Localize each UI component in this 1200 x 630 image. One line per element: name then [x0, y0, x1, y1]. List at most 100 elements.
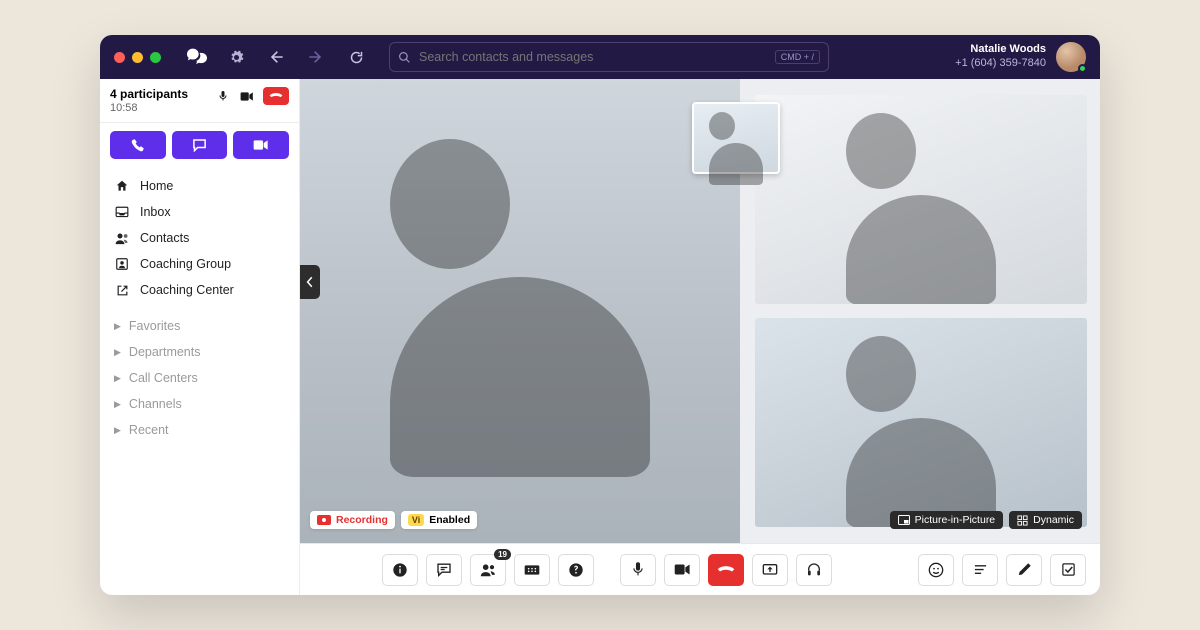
pip-label: Picture-in-Picture	[915, 514, 996, 526]
user-phone: +1 (604) 359-7840	[955, 57, 1046, 71]
help-button[interactable]	[558, 554, 594, 586]
quick-message-button[interactable]	[172, 131, 228, 159]
minimize-window-icon[interactable]	[132, 52, 143, 63]
dialpad-icon	[524, 564, 540, 576]
headset-icon	[806, 562, 822, 578]
body: 4 participants 10:58 Home Inbox Contacts	[100, 79, 1100, 595]
section-call-centers[interactable]: ▶Call Centers	[106, 365, 293, 391]
nav-forward-icon[interactable]	[303, 44, 329, 70]
tasks-button[interactable]	[1050, 554, 1086, 586]
app-window: CMD + / Natalie Woods +1 (604) 359-7840 …	[100, 35, 1100, 595]
record-icon	[317, 515, 331, 525]
recording-label: Recording	[336, 514, 388, 526]
section-label: Departments	[129, 345, 201, 359]
mute-button[interactable]	[620, 554, 656, 586]
layout-chips: Picture-in-Picture Dynamic	[890, 511, 1082, 529]
chevron-left-icon	[306, 276, 314, 288]
mic-icon[interactable]	[215, 88, 231, 104]
nav: Home Inbox Contacts Coaching Group Coach…	[100, 167, 299, 307]
section-label: Recent	[129, 423, 169, 437]
quick-video-button[interactable]	[233, 131, 289, 159]
participants-badge: 19	[494, 549, 511, 560]
main: Recording Vi Enabled Picture-in-Picture …	[300, 79, 1100, 595]
dynamic-layout-button[interactable]: Dynamic	[1009, 511, 1082, 529]
external-link-icon	[114, 284, 130, 297]
grid-icon	[1017, 515, 1028, 526]
vi-badge: Vi	[408, 514, 424, 526]
annotate-button[interactable]	[1006, 554, 1042, 586]
section-favorites[interactable]: ▶ Favorites	[106, 313, 293, 339]
video-tile-main[interactable]	[300, 79, 740, 543]
chat-icon	[436, 562, 452, 577]
window-controls	[114, 52, 161, 63]
participants-button[interactable]: 19	[470, 554, 506, 586]
section-channels[interactable]: ▶Channels	[106, 391, 293, 417]
smile-icon	[928, 562, 944, 578]
pip-icon	[898, 515, 910, 525]
camera-toggle-button[interactable]	[664, 554, 700, 586]
collapse-sidebar-button[interactable]	[300, 265, 320, 299]
search-bar[interactable]: CMD + /	[389, 42, 829, 72]
video-area: Recording Vi Enabled Picture-in-Picture …	[300, 79, 1100, 543]
chevron-right-icon: ▶	[114, 347, 121, 358]
quick-call-button[interactable]	[110, 131, 166, 159]
chevron-right-icon: ▶	[114, 321, 121, 332]
section-label: Favorites	[129, 319, 180, 333]
pip-mode-button[interactable]: Picture-in-Picture	[890, 511, 1004, 529]
hangup-icon	[717, 565, 735, 575]
call-header: 4 participants 10:58	[100, 79, 299, 123]
mic-icon	[631, 561, 645, 578]
chevron-right-icon: ▶	[114, 399, 121, 410]
shortcut-hint: CMD + /	[775, 50, 820, 64]
maximize-window-icon[interactable]	[150, 52, 161, 63]
section-departments[interactable]: ▶ Departments	[106, 339, 293, 365]
coaching-group-icon	[114, 257, 130, 271]
headset-button[interactable]	[796, 554, 832, 586]
search-icon	[398, 51, 411, 64]
video-tile-top-right[interactable]	[755, 95, 1087, 304]
recording-chip: Recording	[310, 511, 395, 529]
reactions-button[interactable]	[918, 554, 954, 586]
toolbar-group-right	[918, 554, 1086, 586]
camera-icon[interactable]	[239, 88, 255, 104]
user-area[interactable]: Natalie Woods +1 (604) 359-7840	[955, 42, 1086, 72]
search-input[interactable]	[419, 50, 767, 64]
notes-button[interactable]	[962, 554, 998, 586]
video-tile-pip[interactable]	[692, 102, 780, 174]
people-icon	[480, 563, 497, 577]
nav-label: Coaching Group	[140, 257, 231, 271]
vi-chip: Vi Enabled	[401, 511, 477, 529]
chevron-right-icon: ▶	[114, 425, 121, 436]
help-icon	[568, 562, 584, 578]
dialpad-button[interactable]	[514, 554, 550, 586]
refresh-icon[interactable]	[343, 44, 369, 70]
screenshare-button[interactable]	[752, 554, 788, 586]
camera-icon	[674, 563, 691, 576]
end-call-button[interactable]	[708, 554, 744, 586]
nav-coaching-center[interactable]: Coaching Center	[106, 277, 293, 303]
call-elapsed: 10:58	[110, 102, 188, 114]
user-name: Natalie Woods	[955, 43, 1046, 57]
contacts-icon	[114, 232, 130, 245]
nav-contacts[interactable]: Contacts	[106, 225, 293, 251]
call-toolbar: 19	[300, 543, 1100, 595]
nav-home[interactable]: Home	[106, 173, 293, 199]
mini-end-call-button[interactable]	[263, 87, 289, 105]
dynamic-label: Dynamic	[1033, 514, 1074, 526]
nav-inbox[interactable]: Inbox	[106, 199, 293, 225]
chat-button[interactable]	[426, 554, 462, 586]
checkbox-icon	[1061, 562, 1076, 577]
close-window-icon[interactable]	[114, 52, 125, 63]
sidebar: 4 participants 10:58 Home Inbox Contacts	[100, 79, 300, 595]
nav-label: Home	[140, 179, 173, 193]
video-tile-bottom-right[interactable]	[755, 318, 1087, 527]
nav-back-icon[interactable]	[263, 44, 289, 70]
status-chips: Recording Vi Enabled	[310, 511, 477, 529]
nav-coaching-group[interactable]: Coaching Group	[106, 251, 293, 277]
info-button[interactable]	[382, 554, 418, 586]
app-logo-icon	[185, 45, 209, 69]
settings-icon[interactable]	[223, 44, 249, 70]
section-recent[interactable]: ▶ Recent	[106, 417, 293, 443]
screenshare-icon	[762, 563, 778, 577]
inbox-icon	[114, 206, 130, 219]
